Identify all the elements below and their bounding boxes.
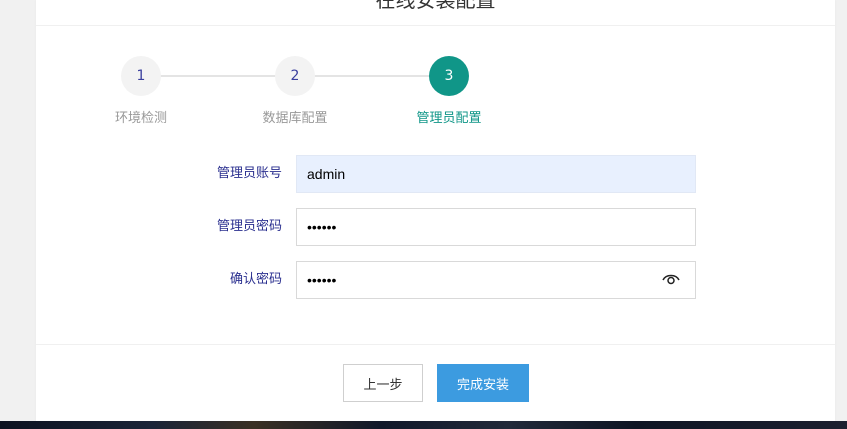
step-2-circle: 2 <box>275 56 315 96</box>
admin-password-input[interactable] <box>296 208 696 246</box>
eye-icon[interactable] <box>662 271 680 287</box>
admin-password-label: 管理员密码 <box>216 219 282 234</box>
step-1-circle: 1 <box>121 56 161 96</box>
admin-account-label: 管理员账号 <box>216 166 282 181</box>
confirm-password-label: 确认密码 <box>229 272 282 287</box>
step-1-label: 环境检测 <box>114 111 167 126</box>
admin-account-row: 管理员账号 <box>36 155 835 193</box>
step-connector <box>160 75 276 77</box>
steps-indicator: 1 2 3 环境检测 数据库配置 管理员配置 <box>36 0 835 140</box>
install-card: 在线安装配置 1 2 3 环境检测 数据库配置 管理员配置 管理员账号 管理员密… <box>36 0 835 421</box>
footer-divider <box>36 344 835 345</box>
step-3-label: 管理员配置 <box>416 111 482 126</box>
confirm-password-row: 确认密码 <box>36 261 835 299</box>
step-connector <box>314 75 430 77</box>
admin-account-input[interactable] <box>296 155 696 193</box>
admin-password-row: 管理员密码 <box>36 208 835 246</box>
background-image-strip <box>0 421 847 429</box>
finish-install-button[interactable]: 完成安装 <box>437 364 529 402</box>
confirm-password-input[interactable] <box>296 261 696 299</box>
step-3-circle: 3 <box>429 56 469 96</box>
prev-step-button[interactable]: 上一步 <box>343 364 423 402</box>
step-2-label: 数据库配置 <box>262 111 328 126</box>
